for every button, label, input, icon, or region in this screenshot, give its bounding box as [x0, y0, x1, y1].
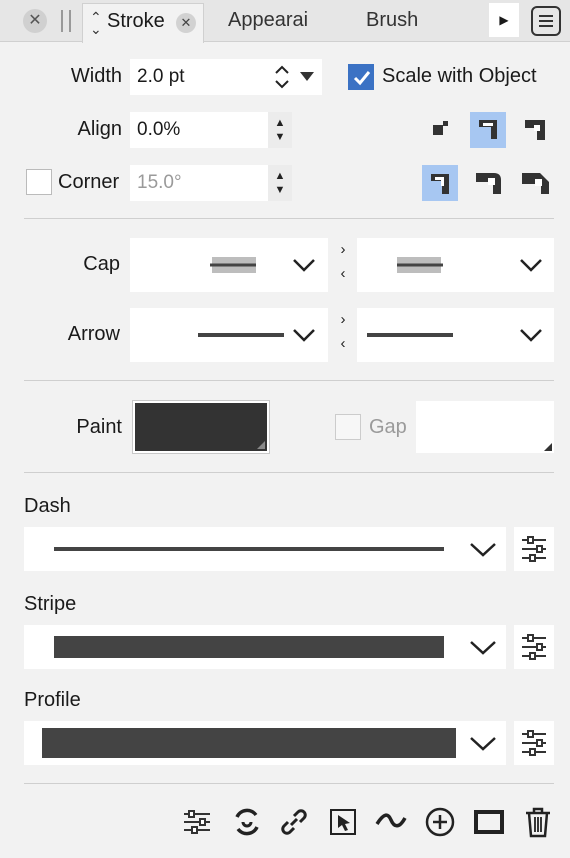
settings-sliders-icon[interactable]	[180, 805, 214, 839]
paint-label: Paint	[76, 416, 122, 438]
bottom-toolbar	[180, 800, 560, 844]
cap-label: Cap	[83, 253, 120, 275]
corner-field[interactable]: 15.0°	[130, 165, 268, 201]
align-outside-icon[interactable]	[422, 112, 458, 148]
stripe-settings-icon[interactable]	[514, 625, 554, 669]
arrow-label: Arrow	[67, 323, 120, 345]
cap-end-select[interactable]	[357, 238, 554, 292]
cap-end-preview	[397, 257, 542, 273]
chevron-sort-icon	[275, 65, 314, 89]
cap-start-preview	[210, 257, 315, 273]
link-icon[interactable]	[277, 805, 311, 839]
profile-preview	[42, 728, 496, 758]
dash-select[interactable]	[24, 527, 506, 571]
divider	[24, 218, 554, 219]
profile-select[interactable]	[24, 721, 506, 765]
corner-triangle-icon	[544, 443, 552, 451]
rectangle-icon[interactable]	[472, 805, 506, 839]
tab-appearance[interactable]: Appearai	[228, 9, 308, 32]
divider	[24, 472, 554, 473]
corner-bevel-icon[interactable]	[518, 165, 554, 201]
play-icon[interactable]: ▶	[489, 3, 519, 37]
profile-label: Profile	[24, 689, 81, 711]
arrow-end-select[interactable]	[357, 308, 554, 362]
align-field[interactable]: 0.0%	[130, 112, 268, 148]
wave-icon[interactable]	[374, 805, 408, 839]
tab-brush[interactable]: Brush	[366, 9, 418, 32]
dash-label: Dash	[24, 495, 71, 517]
add-circle-icon[interactable]	[423, 805, 457, 839]
corner-stepper[interactable]: ▲ ▼	[268, 165, 292, 201]
divider	[24, 380, 554, 381]
arrow-end-preview	[367, 329, 542, 342]
corner-checkbox[interactable]	[26, 169, 52, 195]
align-label: Align	[77, 118, 122, 140]
dash-preview	[54, 543, 496, 557]
close-icon[interactable]: ✕	[176, 13, 196, 33]
width-label: Width	[70, 65, 122, 87]
tab-stroke-label: Stroke	[107, 10, 165, 32]
corner-round-icon[interactable]	[470, 165, 506, 201]
width-field[interactable]: 2.0 pt	[130, 59, 268, 95]
dash-settings-icon[interactable]	[514, 527, 554, 571]
divider	[24, 783, 554, 784]
gap-checkbox[interactable]	[335, 414, 361, 440]
chevron-sort-icon: ⌃ ⌄	[90, 9, 102, 37]
menu-icon[interactable]	[531, 6, 561, 36]
check-icon	[353, 71, 371, 86]
trash-icon[interactable]	[521, 805, 555, 839]
cap-start-select[interactable]	[130, 238, 328, 292]
arrow-start-preview	[198, 329, 315, 342]
scale-label: Scale with Object	[382, 65, 537, 87]
stripe-label: Stripe	[24, 593, 77, 615]
drag-grip[interactable]	[61, 10, 71, 32]
cap-swap-icon[interactable]: › ‹	[330, 238, 356, 296]
close-panel-icon[interactable]: ✕	[23, 9, 47, 33]
profile-settings-icon[interactable]	[514, 721, 554, 765]
align-center-icon[interactable]	[470, 112, 506, 148]
width-stepper[interactable]	[268, 59, 322, 95]
corner-label: Corner	[58, 171, 120, 193]
arrow-swap-icon[interactable]: › ‹	[330, 308, 356, 366]
align-inside-icon[interactable]	[518, 112, 554, 148]
gap-swatch[interactable]	[416, 401, 554, 453]
tab-stroke[interactable]: ⌃ ⌄ Stroke ✕	[82, 3, 204, 43]
stripe-preview	[54, 636, 496, 658]
refresh-icon[interactable]	[230, 805, 264, 839]
stripe-select[interactable]	[24, 625, 506, 669]
scale-checkbox[interactable]	[348, 64, 374, 90]
tab-bar: ✕ ⌃ ⌄ Stroke ✕ Appearai Brush ▶	[0, 0, 570, 43]
gap-label: Gap	[369, 416, 407, 438]
corner-miter-icon[interactable]	[422, 165, 458, 201]
arrow-start-select[interactable]	[130, 308, 328, 362]
corner-triangle-icon	[257, 441, 265, 449]
select-arrow-icon[interactable]	[326, 805, 360, 839]
align-stepper[interactable]: ▲ ▼	[268, 112, 292, 148]
paint-swatch[interactable]	[132, 400, 270, 454]
